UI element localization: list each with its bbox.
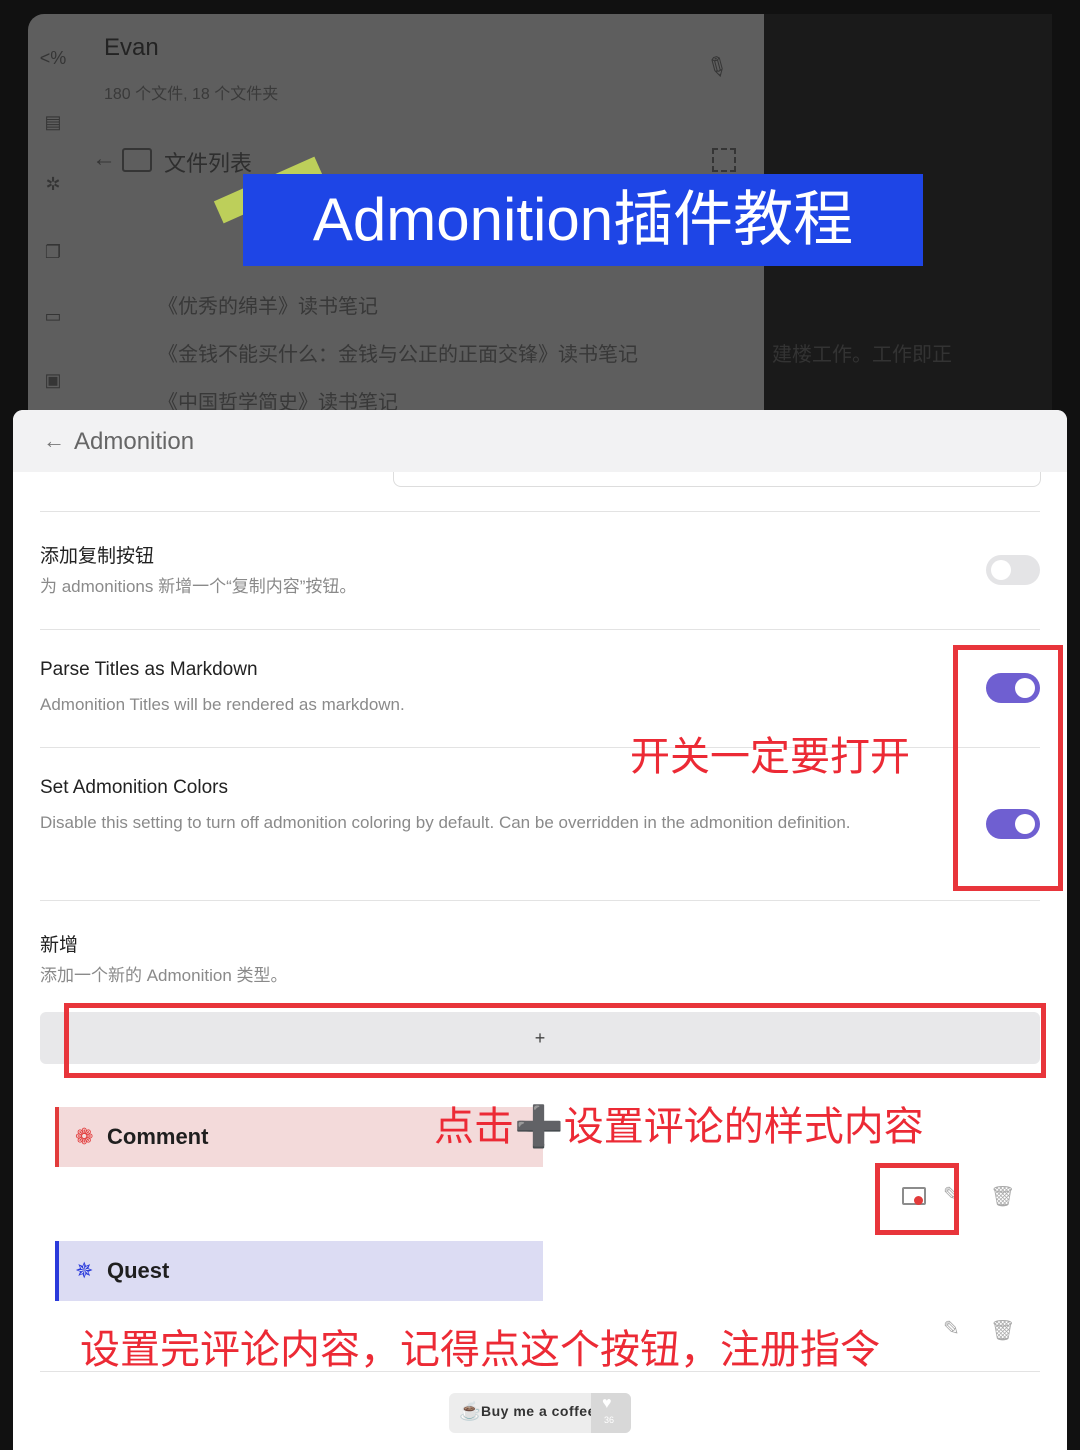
code-icon[interactable]: <% xyxy=(38,48,68,69)
cards-icon[interactable]: ▭ xyxy=(38,306,68,327)
annotation-register-note: 设置完评论内容，记得点这个按钮，注册指令 xyxy=(80,1328,880,1372)
title-banner: Admonition插件教程 xyxy=(243,174,923,266)
divider xyxy=(40,629,1040,630)
setting-desc: 添加一个新的 Admonition 类型。 xyxy=(40,966,288,985)
editor-text: 建楼工作。工作即正 xyxy=(772,344,952,366)
settings-panel: ← Admonition 添加复制按钮 为 admonitions 新增一个“复… xyxy=(13,410,1067,1450)
file-list-title: 文件列表 xyxy=(164,151,253,176)
back-arrow-icon[interactable]: ← xyxy=(92,145,116,173)
annotation-add-note: 点击➕设置评论的样式内容 xyxy=(434,1105,924,1149)
input-field[interactable] xyxy=(393,472,1041,487)
copy-button-toggle[interactable] xyxy=(986,555,1040,585)
vault-name: Evan xyxy=(104,34,159,61)
coffee-count: 36 xyxy=(604,1415,615,1425)
file-item[interactable]: 《金钱不能买什么：金钱与公正的正面交锋》读书笔记 xyxy=(158,338,638,367)
copy-icon[interactable]: ❐ xyxy=(38,242,68,263)
heart-icon: ♥ xyxy=(602,1395,612,1412)
setting-desc: Admonition Titles will be rendered as ma… xyxy=(40,695,405,714)
buy-me-a-coffee-button[interactable]: ☕ Buy me a coffee ♥ 36 xyxy=(449,1393,631,1433)
setting-name: Set Admonition Colors xyxy=(40,777,228,798)
trash-icon[interactable]: 🗑 xyxy=(990,1184,1015,1209)
archive-icon[interactable]: ▣ xyxy=(38,370,68,391)
admonition-quest[interactable]: ✵ Quest xyxy=(55,1241,543,1301)
ribbon: <% ▤ ✲ ❐ ▭ ▣ xyxy=(28,14,78,434)
vault-stats: 180 个文件, 18 个文件夹 xyxy=(104,86,279,103)
setting-desc: 为 admonitions 新增一个“复制内容”按钮。 xyxy=(40,577,357,596)
admonition-label: Quest xyxy=(107,1258,170,1283)
divider xyxy=(40,900,1040,901)
gear-icon: ❁ xyxy=(75,1124,94,1149)
graph-icon[interactable]: ✲ xyxy=(38,174,68,195)
outline-icon[interactable]: ▤ xyxy=(38,112,68,133)
admonition-label: Comment xyxy=(107,1124,209,1149)
setting-name: 新增 xyxy=(40,935,79,956)
panel-header: ← Admonition xyxy=(13,410,1067,472)
coffee-label: Buy me a coffee xyxy=(481,1403,596,1419)
back-arrow-icon[interactable]: ← xyxy=(43,428,65,454)
annotation-box-toggles xyxy=(953,645,1063,891)
setting-name: Parse Titles as Markdown xyxy=(40,659,258,680)
annotation-box-add xyxy=(64,1003,1046,1078)
setting-desc: Disable this setting to turn off admonit… xyxy=(40,813,851,832)
panel-title: Admonition xyxy=(74,428,195,455)
annotation-box-register xyxy=(875,1163,959,1235)
setting-name: 添加复制按钮 xyxy=(40,546,155,567)
annotation-toggles-note: 开关一定要打开 xyxy=(630,735,910,779)
edit-icon[interactable]: ✎ xyxy=(943,1316,960,1341)
file-item[interactable]: 《优秀的绵羊》读书笔记 xyxy=(158,290,378,319)
trash-icon[interactable]: 🗑 xyxy=(990,1318,1015,1343)
expand-icon[interactable] xyxy=(712,148,736,172)
coffee-cup-icon: ☕ xyxy=(459,1401,482,1421)
asterisk-icon: ✵ xyxy=(75,1258,94,1283)
folder-icon xyxy=(122,148,152,172)
divider xyxy=(40,511,1040,512)
